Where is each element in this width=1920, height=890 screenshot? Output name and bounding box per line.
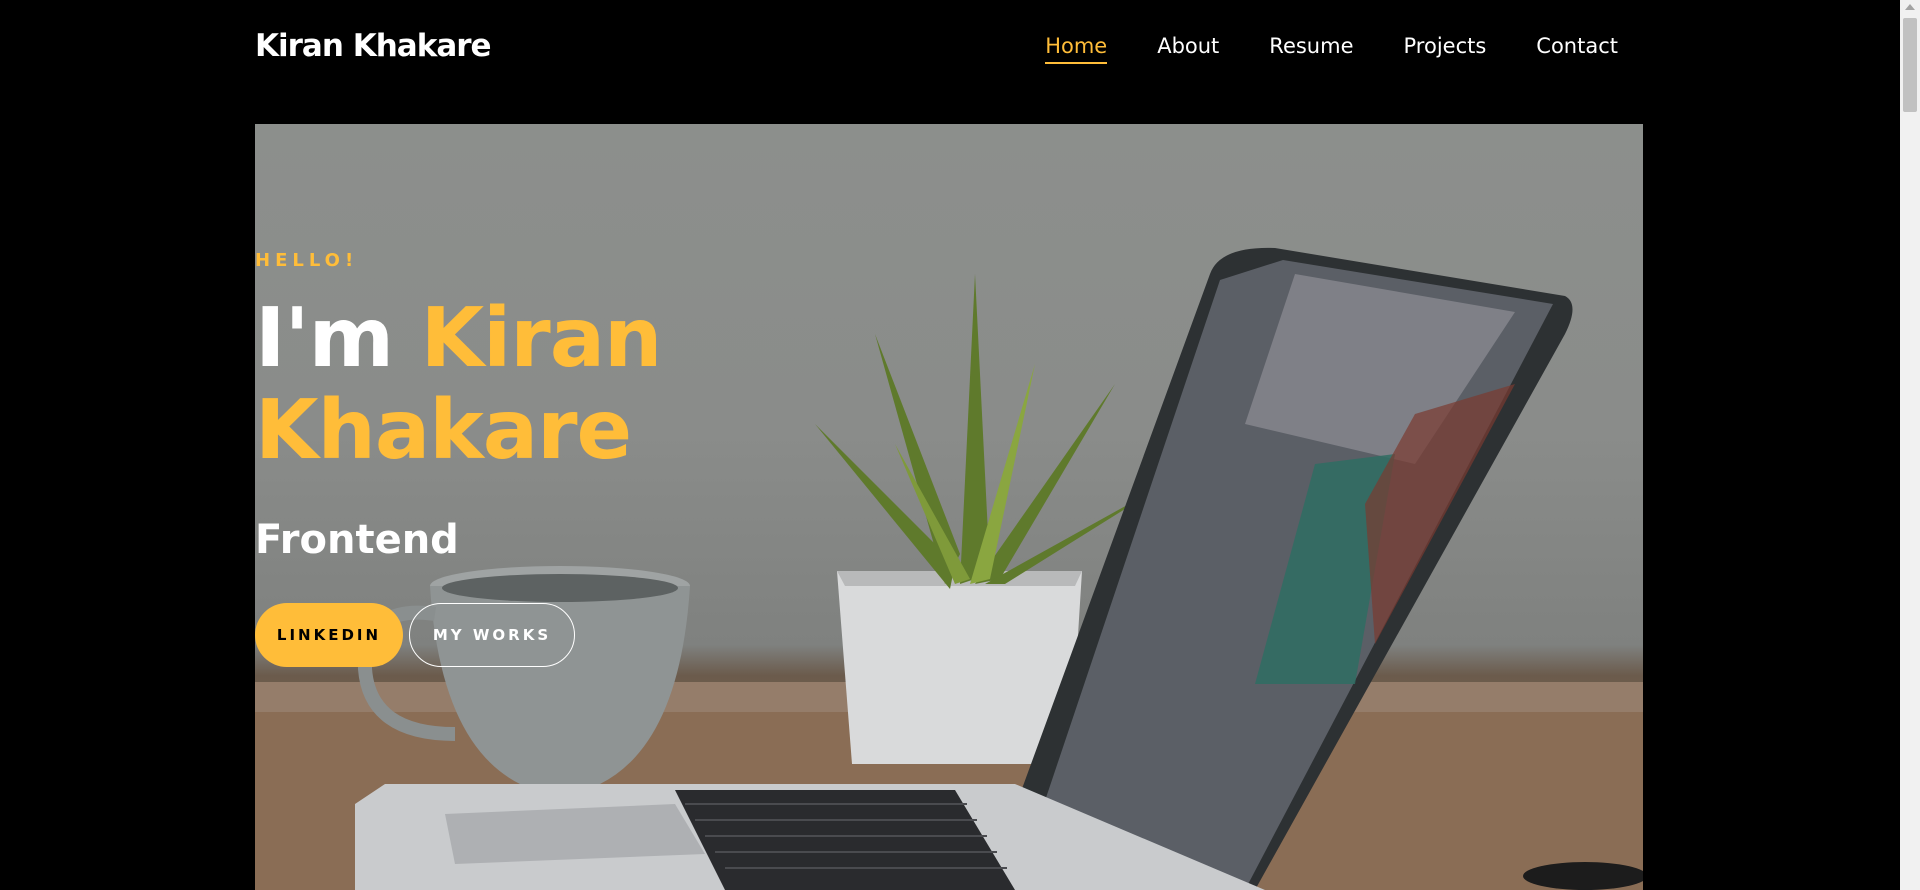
hero-text-block: HELLO! I'm Kiran Khakare Frontend LINKED… <box>255 250 663 667</box>
linkedin-button[interactable]: LINKEDIN <box>255 603 403 667</box>
nav-item-home[interactable]: Home <box>1045 34 1108 64</box>
nav-item-resume[interactable]: Resume <box>1269 34 1353 64</box>
headline-prefix: I'm <box>255 291 394 386</box>
scrollbar-thumb[interactable] <box>1903 18 1917 112</box>
nav-item-projects[interactable]: Projects <box>1404 34 1487 64</box>
nav-menu: Home About Resume Projects Contact <box>1045 34 1618 64</box>
nav-item-contact[interactable]: Contact <box>1536 34 1618 64</box>
brand-logo[interactable]: Kiran Khakare <box>255 28 492 64</box>
hero-headline: I'm Kiran Khakare <box>255 291 663 478</box>
headline-first-name: Kiran <box>420 291 663 386</box>
nav-item-about[interactable]: About <box>1157 34 1219 64</box>
scroll-up-arrow-icon[interactable] <box>1905 4 1915 10</box>
my-works-button[interactable]: MY WORKS <box>409 603 575 667</box>
hero-buttons: LINKEDIN MY WORKS <box>255 603 661 667</box>
hero-section: HELLO! I'm Kiran Khakare Frontend LINKED… <box>255 124 1643 890</box>
hero-subheading: HELLO! <box>255 250 359 271</box>
hero-role: Frontend <box>255 517 459 563</box>
navbar: Kiran Khakare Home About Resume Projects… <box>0 0 1900 100</box>
headline-last-name: Khakare <box>255 383 632 478</box>
page-scrollbar[interactable] <box>1900 0 1920 890</box>
